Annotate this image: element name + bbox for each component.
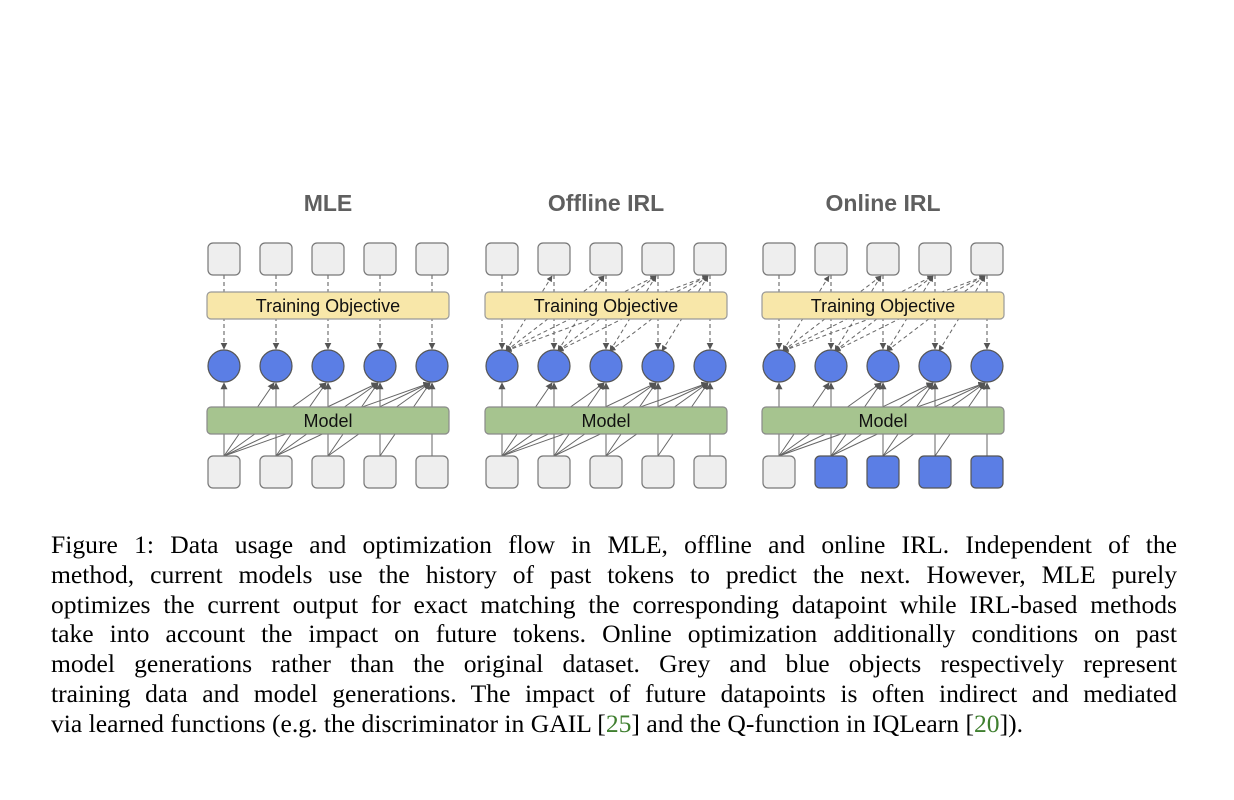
input-data-box	[311, 455, 345, 489]
input-data-box	[693, 455, 727, 489]
model-output-node	[259, 349, 293, 383]
caption-line: optimizes the current output for exact m…	[51, 589, 1177, 619]
caption-text: ]).	[999, 708, 1024, 738]
target-data-box	[415, 242, 449, 276]
model-output-node	[693, 349, 727, 383]
input-generation-box	[814, 455, 848, 489]
input-data-box	[207, 455, 241, 489]
model-output-node	[918, 349, 952, 383]
model-output-node	[311, 349, 345, 383]
model-label: Model	[303, 411, 352, 431]
panel-mle: MLE Training Objective Model	[206, 190, 450, 489]
target-data-box	[311, 242, 345, 276]
caption-line-last: via learned functions (e.g. the discrimi…	[51, 709, 1177, 739]
target-data-box	[970, 242, 1004, 276]
input-data-box	[363, 455, 397, 489]
model-output-node	[589, 349, 623, 383]
caption-line: model generations rather than the origin…	[51, 649, 1177, 679]
figure-diagram: MLE Training Objective Model Offline IRL Tra…	[206, 190, 1005, 489]
input-generation-box	[970, 455, 1004, 489]
target-data-box	[485, 242, 519, 276]
caption-line: method, current models use the history o…	[51, 559, 1177, 589]
model-output-node	[537, 349, 571, 383]
input-generation-box	[918, 455, 952, 489]
input-data-box	[641, 455, 675, 489]
panel-online-irl: Online IRL Training Objective Model	[761, 190, 1005, 489]
caption-line: Figure 1: Data usage and optimization fl…	[51, 530, 1177, 559]
target-data-box	[762, 242, 796, 276]
model-output-node	[207, 349, 241, 383]
target-data-box	[814, 242, 848, 276]
input-generation-box	[866, 455, 900, 489]
panel-title: Offline IRL	[548, 190, 664, 216]
input-data-box	[589, 455, 623, 489]
citation-link[interactable]: 20	[974, 709, 1000, 738]
figure-caption: Figure 1: Data usage and optimization fl…	[51, 530, 1177, 739]
target-data-box	[641, 242, 675, 276]
target-data-box	[537, 242, 571, 276]
citation-link[interactable]: 25	[606, 709, 632, 738]
model-output-node	[641, 349, 675, 383]
model-output-node	[415, 349, 449, 383]
target-data-box	[918, 242, 952, 276]
panel-offline-irl: Offline IRL Training Objective Model	[484, 190, 728, 489]
model-output-node	[485, 349, 519, 383]
input-data-box	[762, 455, 796, 489]
model-output-node	[814, 349, 848, 383]
caption-text: via learned functions (e.g. the discrimi…	[51, 708, 606, 738]
target-data-box	[207, 242, 241, 276]
target-data-box	[693, 242, 727, 276]
target-data-box	[259, 242, 293, 276]
target-data-box	[866, 242, 900, 276]
model-output-node	[762, 349, 796, 383]
model-label: Model	[581, 411, 630, 431]
caption-text: ] and the Q-function in IQLearn [	[631, 708, 974, 738]
model-label: Model	[858, 411, 907, 431]
model-output-node	[866, 349, 900, 383]
model-output-node	[970, 349, 1004, 383]
training-objective-label: Training Objective	[811, 296, 955, 316]
training-objective-label: Training Objective	[256, 296, 400, 316]
target-data-box	[363, 242, 397, 276]
panel-title: Online IRL	[826, 190, 941, 216]
caption-line: take into account the impact on future t…	[51, 619, 1177, 649]
input-data-box	[415, 455, 449, 489]
training-objective-label: Training Objective	[534, 296, 678, 316]
input-data-box	[259, 455, 293, 489]
caption-line: training data and model generations. The…	[51, 678, 1177, 708]
input-data-box	[485, 455, 519, 489]
input-data-box	[537, 455, 571, 489]
model-output-node	[363, 349, 397, 383]
panel-title: MLE	[304, 190, 353, 216]
target-data-box	[589, 242, 623, 276]
